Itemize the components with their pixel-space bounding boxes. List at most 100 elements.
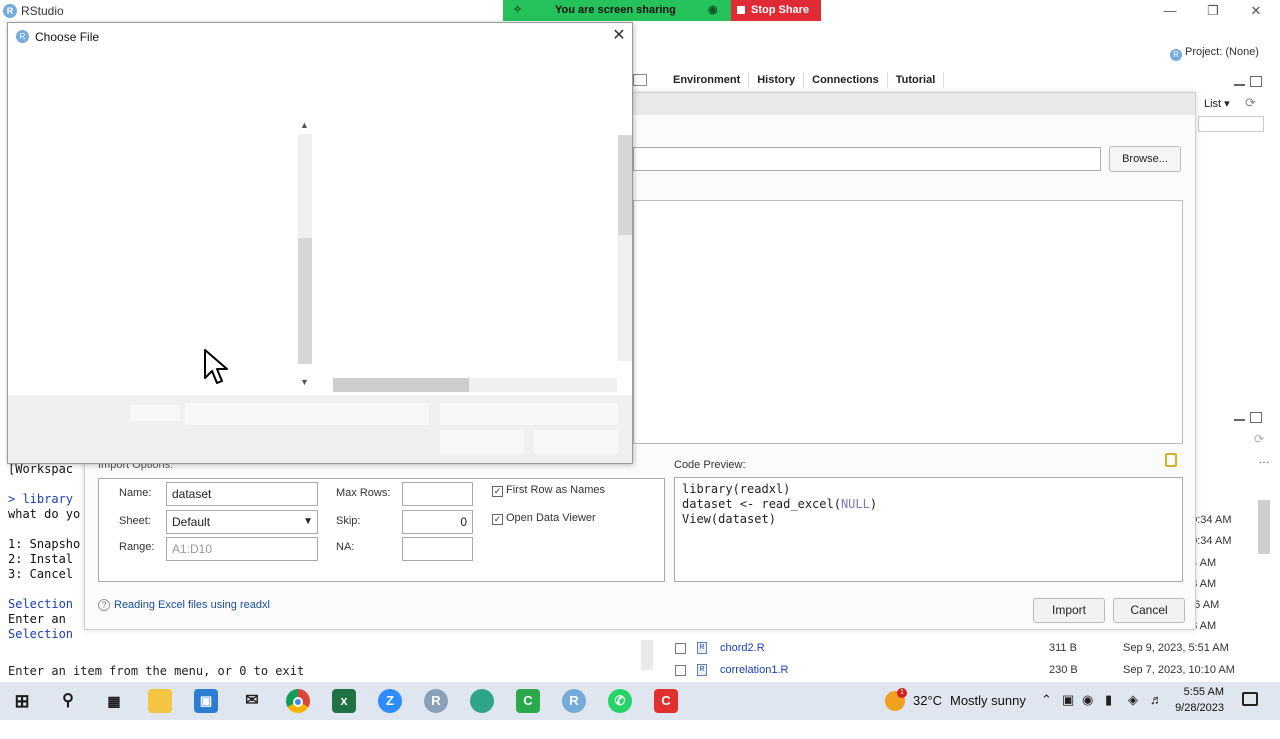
pane-maximize-icon[interactable] xyxy=(633,74,647,86)
folder-tree-scrollbar[interactable]: ▲ ▼ xyxy=(298,120,313,393)
checkmark-icon: ✓ xyxy=(492,486,503,497)
name-input[interactable]: dataset xyxy=(166,482,318,506)
range-label: Range: xyxy=(119,541,155,553)
scroll-thumb[interactable] xyxy=(333,378,469,392)
file-list-horizontal-scrollbar[interactable] xyxy=(333,378,617,392)
env-minimize-icon[interactable] xyxy=(1234,78,1245,86)
r-gui-icon[interactable]: R xyxy=(424,689,448,713)
windows-taskbar: ⊞ ⚲ ▦ ▣ ✉ x Z R C R ✆ C 1 32°C Mostly su… xyxy=(0,682,1280,720)
whatsapp-icon[interactable]: ✆ xyxy=(608,689,632,713)
code-token: dataset <- read_excel( xyxy=(682,497,841,511)
zoom-icon[interactable]: Z xyxy=(378,689,402,713)
file-modified: Sep 7, 2023, 10:10 AM xyxy=(1123,664,1235,676)
restore-button[interactable]: ❐ xyxy=(1193,2,1233,20)
file-row[interactable]: R chord2.R 311 B Sep 9, 2023, 5:51 AM xyxy=(665,638,1265,658)
wifi-icon[interactable]: ◈ xyxy=(1128,692,1138,708)
r-app-icon: R xyxy=(16,30,29,43)
na-input[interactable] xyxy=(402,537,473,561)
files-maximize-icon[interactable] xyxy=(1250,412,1262,423)
max-rows-input[interactable] xyxy=(402,482,473,506)
chrome-icon[interactable] xyxy=(286,689,310,713)
notification-center-icon[interactable] xyxy=(1242,692,1258,706)
range-input[interactable]: A1:D10 xyxy=(166,537,318,561)
cancel-button[interactable]: Cancel xyxy=(1113,598,1185,623)
console-scrollbar[interactable] xyxy=(641,640,653,670)
screen-sharing-status: You are screen sharing xyxy=(555,4,676,16)
code-token: ) xyxy=(869,497,878,511)
file-list-vertical-scrollbar[interactable] xyxy=(618,135,632,361)
file-type-select[interactable] xyxy=(440,403,618,425)
browse-button[interactable]: Browse... xyxy=(1109,146,1181,172)
file-explorer-icon[interactable] xyxy=(148,689,172,713)
skip-input[interactable]: 0 xyxy=(402,510,473,534)
help-icon: ? xyxy=(98,599,110,611)
tab-environment[interactable]: Environment xyxy=(665,72,750,88)
speaker-icon[interactable]: ♬ xyxy=(1150,692,1163,707)
edge-icon[interactable] xyxy=(470,689,494,713)
scroll-thumb[interactable] xyxy=(618,135,632,235)
tab-history[interactable]: History xyxy=(749,72,805,88)
help-link[interactable]: ? Reading Excel files using readxl xyxy=(98,599,270,611)
share-leaf-icon: ✧ xyxy=(513,4,523,16)
env-search-input[interactable] xyxy=(1198,116,1264,132)
minimize-button[interactable]: — xyxy=(1150,2,1190,20)
files-scrollbar[interactable] xyxy=(1258,500,1270,554)
import-button[interactable]: Import xyxy=(1033,598,1105,623)
file-name-link[interactable]: chord2.R xyxy=(720,638,765,658)
mail-icon[interactable]: ✉ xyxy=(240,689,264,713)
files-minimize-icon[interactable] xyxy=(1234,413,1245,421)
dialog-cancel-button[interactable] xyxy=(534,430,618,454)
code-preview-label: Code Preview: xyxy=(674,459,746,471)
env-toolbar: List ▾ ⟳ xyxy=(1195,94,1280,114)
camtasia-recorder-icon[interactable]: C xyxy=(654,689,678,713)
scroll-down-icon[interactable]: ▼ xyxy=(300,377,309,387)
windows-start-icon[interactable]: ⊞ xyxy=(10,689,34,713)
file-url-input[interactable] xyxy=(633,147,1101,171)
refresh-icon[interactable]: ⟳ xyxy=(1245,95,1256,111)
scroll-up-icon[interactable]: ▲ xyxy=(300,120,309,130)
task-view-icon[interactable]: ▦ xyxy=(102,689,126,713)
scroll-thumb[interactable] xyxy=(298,238,312,364)
file-modified: Sep 9, 2023, 5:51 AM xyxy=(1123,642,1229,654)
project-label: Project: (None) xyxy=(1185,46,1259,58)
file-name-input[interactable] xyxy=(185,403,429,425)
close-window-button[interactable]: ✕ xyxy=(1236,2,1276,20)
tab-tutorial[interactable]: Tutorial xyxy=(888,72,945,88)
open-data-viewer-checkbox[interactable]: ✓ Open Data Viewer xyxy=(492,512,596,525)
r-file-icon: R xyxy=(697,664,707,676)
list-view-toggle[interactable]: List ▾ xyxy=(1204,97,1230,110)
open-button[interactable] xyxy=(440,430,524,454)
rstudio-taskbar-icon[interactable]: R xyxy=(562,689,586,713)
clock-time[interactable]: 5:55 AM xyxy=(1176,686,1224,698)
camtasia-icon[interactable]: C xyxy=(516,689,540,713)
location-icon[interactable]: ◉ xyxy=(1082,692,1093,708)
help-link-label: Reading Excel files using readxl xyxy=(114,599,270,611)
excel-icon[interactable]: x xyxy=(332,689,356,713)
file-name-link[interactable]: correlation1.R xyxy=(720,660,788,680)
screen-sharing-banner: ✧ You are screen sharing ◉ xyxy=(503,0,731,21)
files-refresh-icon[interactable]: ⟳ xyxy=(1254,432,1264,446)
file-checkbox[interactable] xyxy=(675,665,686,676)
store-icon[interactable]: ▣ xyxy=(194,689,218,713)
close-dialog-button[interactable]: ✕ xyxy=(608,26,630,46)
weather-badge: 1 xyxy=(897,688,907,698)
temperature[interactable]: 32°C xyxy=(913,693,942,708)
weather-status[interactable]: Mostly sunny xyxy=(950,693,1026,708)
files-more-icon[interactable]: … xyxy=(1258,452,1270,466)
stop-share-button[interactable]: Stop Share xyxy=(731,0,821,21)
search-icon[interactable]: ⚲ xyxy=(56,689,80,713)
file-row[interactable]: R correlation1.R 230 B Sep 7, 2023, 10:1… xyxy=(665,660,1265,680)
chevron-up-icon[interactable]: ⌃ xyxy=(1041,692,1052,708)
copy-to-clipboard-icon[interactable] xyxy=(1165,453,1177,467)
file-checkbox[interactable] xyxy=(675,643,686,654)
env-maximize-icon[interactable] xyxy=(1250,76,1262,87)
clock-date[interactable]: 9/28/2023 xyxy=(1166,702,1224,714)
battery-icon[interactable]: ▮ xyxy=(1105,692,1112,708)
sheet-select[interactable]: Default ▼ xyxy=(166,510,318,534)
camera-icon[interactable]: ▣ xyxy=(1062,692,1074,708)
project-menu[interactable]: R Project: (None) xyxy=(1170,46,1280,64)
code-preview-editor[interactable]: library(readxl) dataset <- read_excel(NUL… xyxy=(674,477,1183,582)
tab-connections[interactable]: Connections xyxy=(804,72,888,88)
sheet-label: Sheet: xyxy=(119,515,151,527)
first-row-names-checkbox[interactable]: ✓ First Row as Names xyxy=(492,484,605,497)
